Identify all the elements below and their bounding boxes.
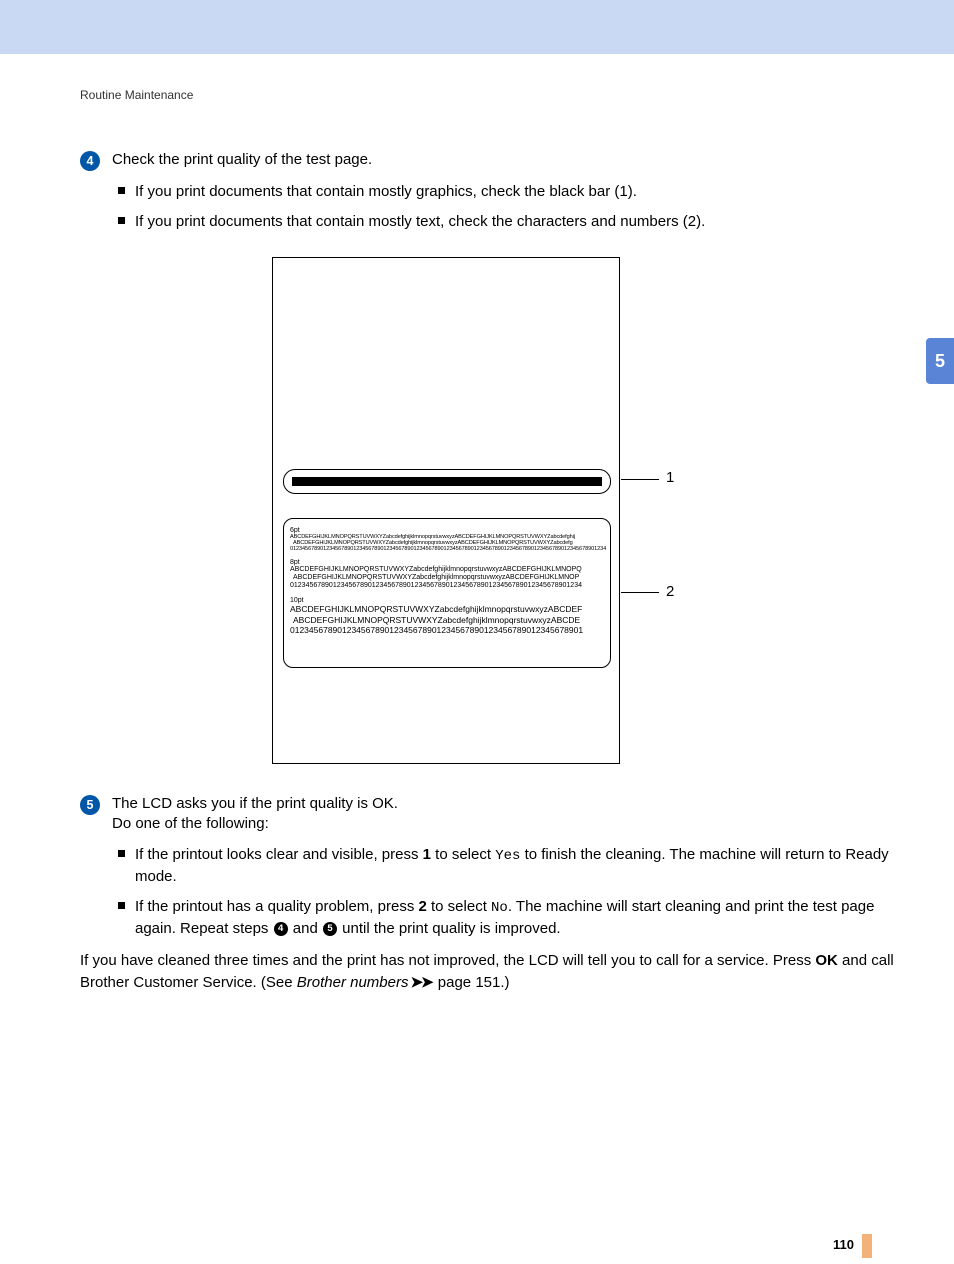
txt: If you have cleaned three times and the …	[80, 952, 815, 969]
txt: If the printout looks clear and visible,…	[135, 846, 423, 863]
pt-label-10: 10pt	[290, 597, 604, 604]
txt: If the printout has a quality problem, p…	[135, 898, 418, 915]
test-page-box: 6pt ABCDEFGHIJKLMNOPQRSTUVWXYZabcdefghij…	[272, 257, 620, 764]
step-badge-4: 4	[80, 151, 100, 171]
step-4-text: Check the print quality of the test page…	[112, 150, 372, 170]
key-2: 2	[418, 898, 426, 915]
bullet-text: If you print documents that contain most…	[135, 211, 912, 233]
sample-line: ABCDEFGHIJKLMNOPQRSTUVWXYZabcdefghijklmn…	[290, 566, 604, 574]
lcd-no: No	[491, 900, 508, 916]
bullet-text: If you print documents that contain most…	[135, 181, 912, 203]
list-item: If the printout looks clear and visible,…	[118, 844, 912, 888]
test-page-figure: 6pt ABCDEFGHIJKLMNOPQRSTUVWXYZabcdefghij…	[80, 257, 912, 764]
arrow-icon: ➤➤	[410, 974, 431, 991]
callout-number-2: 2	[666, 583, 674, 600]
txt: and	[289, 920, 322, 937]
footer-accent-icon	[862, 1234, 872, 1258]
pt-label-8: 8pt	[290, 559, 604, 566]
step-4-bullets: If you print documents that contain most…	[118, 181, 912, 233]
black-bar-frame	[283, 469, 611, 494]
page-number: 110	[833, 1237, 854, 1252]
ok-key: OK	[815, 952, 838, 969]
pt-label-6: 6pt	[290, 527, 604, 534]
sample-line: ABCDEFGHIJKLMNOPQRSTUVWXYZabcdefghijklmn…	[290, 615, 604, 625]
step-5-text: The LCD asks you if the print quality is…	[112, 794, 398, 835]
bullet-text: If the printout has a quality problem, p…	[135, 896, 912, 940]
callout-line-1	[621, 479, 659, 480]
text-sample-frame: 6pt ABCDEFGHIJKLMNOPQRSTUVWXYZabcdefghij…	[283, 518, 611, 668]
step-4: 4 Check the print quality of the test pa…	[80, 150, 912, 171]
lcd-yes: Yes	[495, 848, 520, 864]
sample-line: 0123456789012345678901234567890123456789…	[290, 625, 604, 635]
square-bullet-icon	[118, 217, 125, 224]
sample-line: ABCDEFGHIJKLMNOPQRSTUVWXYZabcdefghijklmn…	[290, 604, 604, 614]
bullet-text: If the printout looks clear and visible,…	[135, 844, 912, 888]
step-5-bullets: If the printout looks clear and visible,…	[118, 844, 912, 940]
txt: until the print quality is improved.	[338, 920, 561, 937]
page-footer: 110	[80, 1224, 912, 1264]
square-bullet-icon	[118, 850, 125, 857]
step-5-line1: The LCD asks you if the print quality is…	[112, 795, 398, 812]
list-item: If the printout has a quality problem, p…	[118, 896, 912, 940]
sample-line: 0123456789012345678901234567890123456789…	[290, 546, 604, 552]
txt: page 151.)	[434, 974, 510, 991]
page-content: Routine Maintenance 4 Check the print qu…	[0, 54, 954, 1264]
sample-line: ABCDEFGHIJKLMNOPQRSTUVWXYZabcdefghijklmn…	[290, 574, 604, 582]
square-bullet-icon	[118, 902, 125, 909]
square-bullet-icon	[118, 187, 125, 194]
closing-paragraph: If you have cleaned three times and the …	[80, 950, 912, 994]
sample-line: ABCDEFGHIJKLMNOPQRSTUVWXYZabcdefghijklmn…	[290, 534, 604, 540]
step-5: 5 The LCD asks you if the print quality …	[80, 794, 912, 835]
top-band	[0, 0, 954, 54]
list-item: If you print documents that contain most…	[118, 211, 912, 233]
sample-line: 0123456789012345678901234567890123456789…	[290, 582, 604, 590]
step-5-line2: Do one of the following:	[112, 815, 269, 832]
step-badge-5: 5	[80, 795, 100, 815]
section-header: Routine Maintenance	[80, 88, 912, 102]
step-ref-5-icon: 5	[323, 922, 337, 936]
key-1: 1	[423, 846, 431, 863]
txt: to select	[431, 846, 495, 863]
callout-number-1: 1	[666, 469, 674, 486]
list-item: If you print documents that contain most…	[118, 181, 912, 203]
callout-line-2	[621, 592, 659, 593]
black-bar	[292, 477, 602, 486]
cross-ref-link[interactable]: Brother numbers	[297, 974, 409, 991]
txt: to select	[427, 898, 491, 915]
sample-line: ABCDEFGHIJKLMNOPQRSTUVWXYZabcdefghijklmn…	[290, 540, 604, 546]
step-ref-4-icon: 4	[274, 922, 288, 936]
